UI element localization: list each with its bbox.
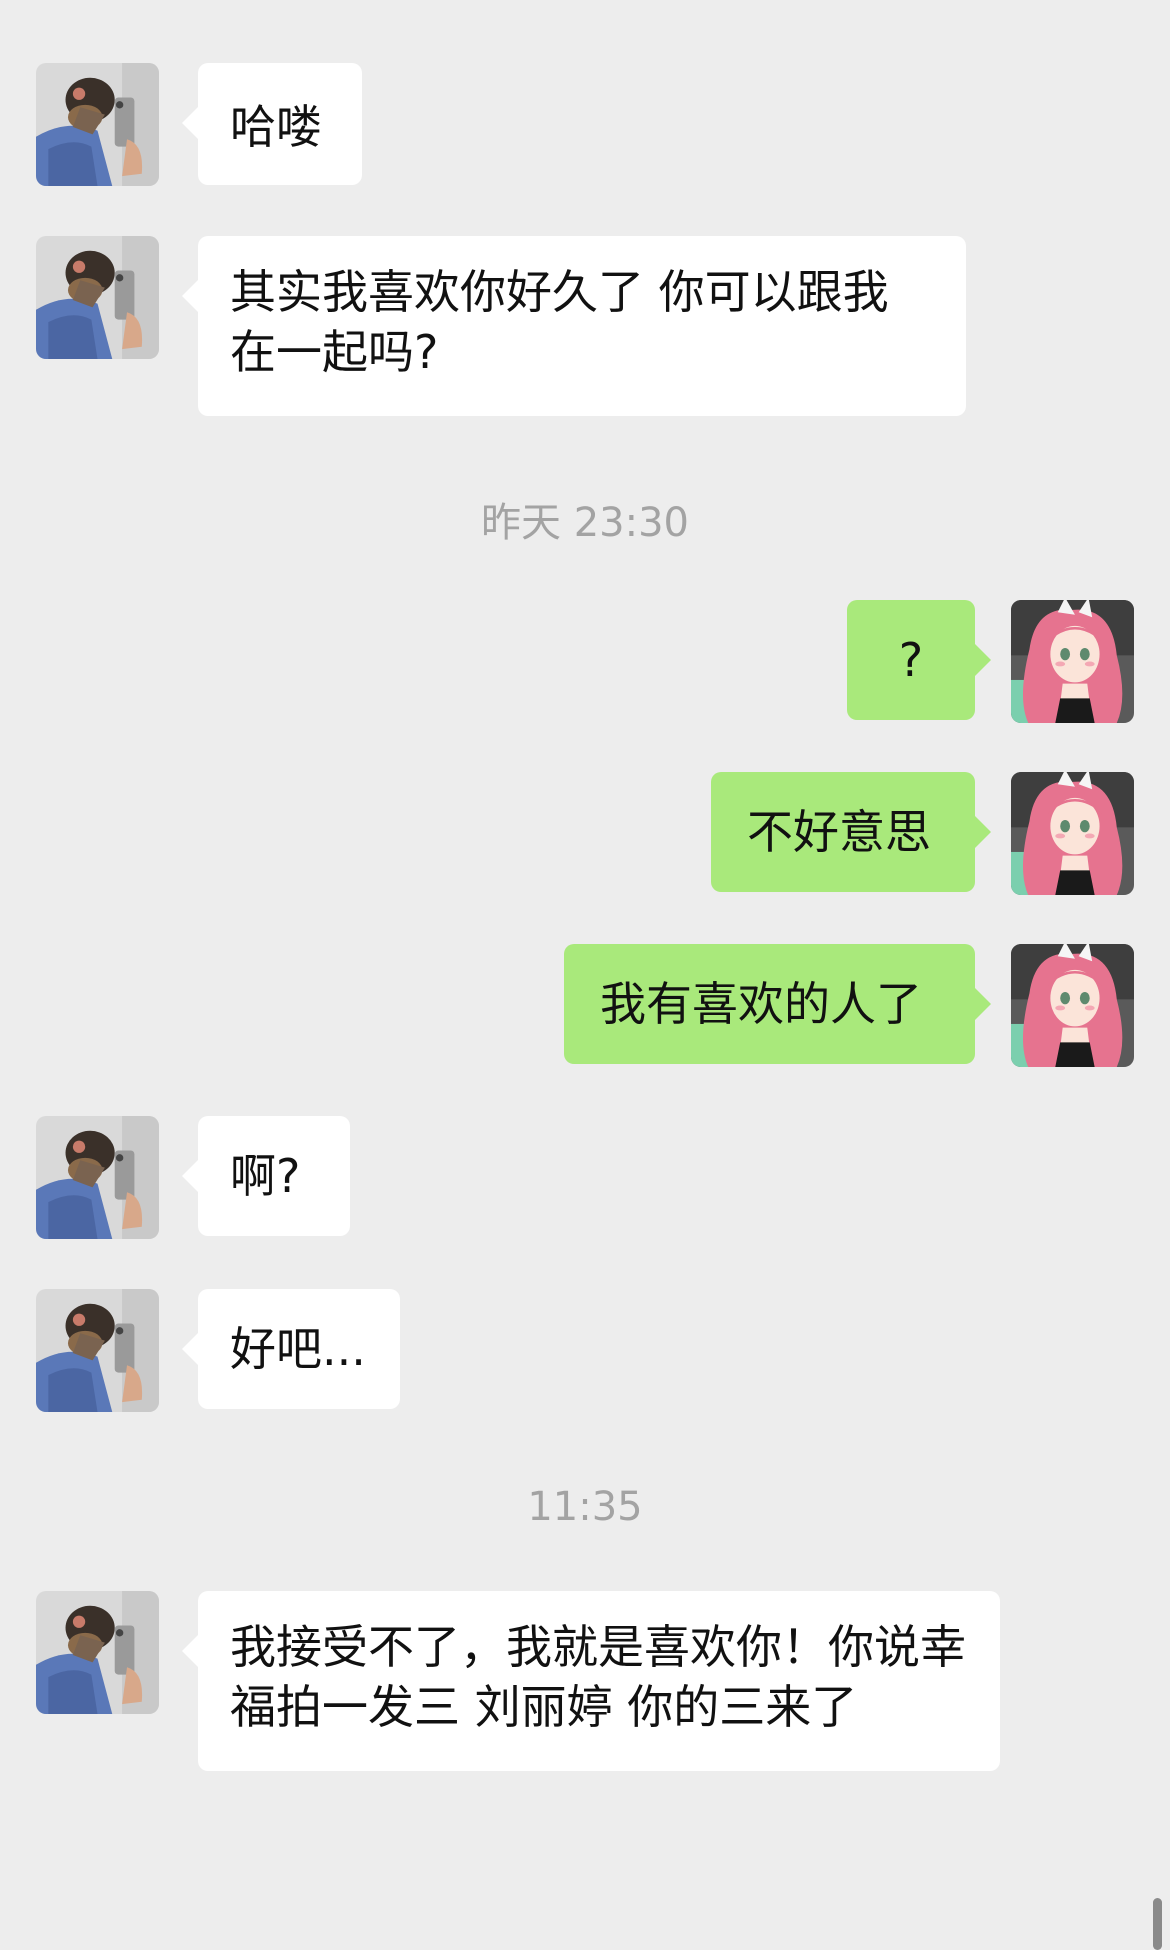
incoming-message-bubble[interactable]: 其实我喜欢你好久了 你可以跟我在一起吗? (182, 236, 966, 416)
my-avatar-image (1011, 772, 1134, 895)
outgoing-message-bubble[interactable]: 我有喜欢的人了 (564, 944, 991, 1064)
chat-timestamp: 11:35 (527, 1484, 643, 1530)
chat-area: 哈喽 其实我喜欢你好久了 你可以跟我在一起吗? 昨天 23:30 ? 不好意思 … (0, 0, 1170, 1950)
message-text: 我有喜欢的人了 (600, 977, 922, 1031)
contact-avatar[interactable] (36, 1591, 159, 1714)
chat-timestamp: 昨天 23:30 (481, 500, 689, 546)
incoming-message-bubble[interactable]: 好吧... (182, 1289, 400, 1409)
incoming-message-bubble[interactable]: 我接受不了，我就是喜欢你！你说幸福拍一发三 刘丽婷 你的三来了 (182, 1591, 1000, 1771)
contact-avatar[interactable] (36, 1116, 159, 1239)
my-avatar-image (1011, 600, 1134, 723)
scrollbar-thumb[interactable] (1153, 1898, 1162, 1950)
message-text: 啊? (230, 1149, 301, 1203)
incoming-message-bubble[interactable]: 哈喽 (182, 63, 362, 185)
contact-avatar-image (36, 236, 159, 359)
contact-avatar[interactable] (36, 1289, 159, 1412)
contact-avatar-image (36, 1591, 159, 1714)
message-text: 哈喽 (230, 100, 322, 154)
incoming-message-bubble[interactable]: 啊? (182, 1116, 350, 1236)
my-avatar[interactable] (1011, 772, 1134, 895)
outgoing-message-bubble[interactable]: ? (847, 600, 991, 720)
message-text: 我接受不了，我就是喜欢你！你说幸福拍一发三 刘丽婷 你的三来了 (230, 1620, 966, 1734)
message-text: 好吧... (230, 1322, 366, 1376)
contact-avatar[interactable] (36, 63, 159, 186)
contact-avatar[interactable] (36, 236, 159, 359)
message-text: ? (898, 633, 924, 687)
message-text: 不好意思 (747, 805, 931, 859)
my-avatar[interactable] (1011, 600, 1134, 723)
contact-avatar-image (36, 1289, 159, 1412)
contact-avatar-image (36, 1116, 159, 1239)
my-avatar[interactable] (1011, 944, 1134, 1067)
outgoing-message-bubble[interactable]: 不好意思 (711, 772, 991, 892)
message-text: 其实我喜欢你好久了 你可以跟我在一起吗? (230, 265, 889, 379)
contact-avatar-image (36, 63, 159, 186)
my-avatar-image (1011, 944, 1134, 1067)
